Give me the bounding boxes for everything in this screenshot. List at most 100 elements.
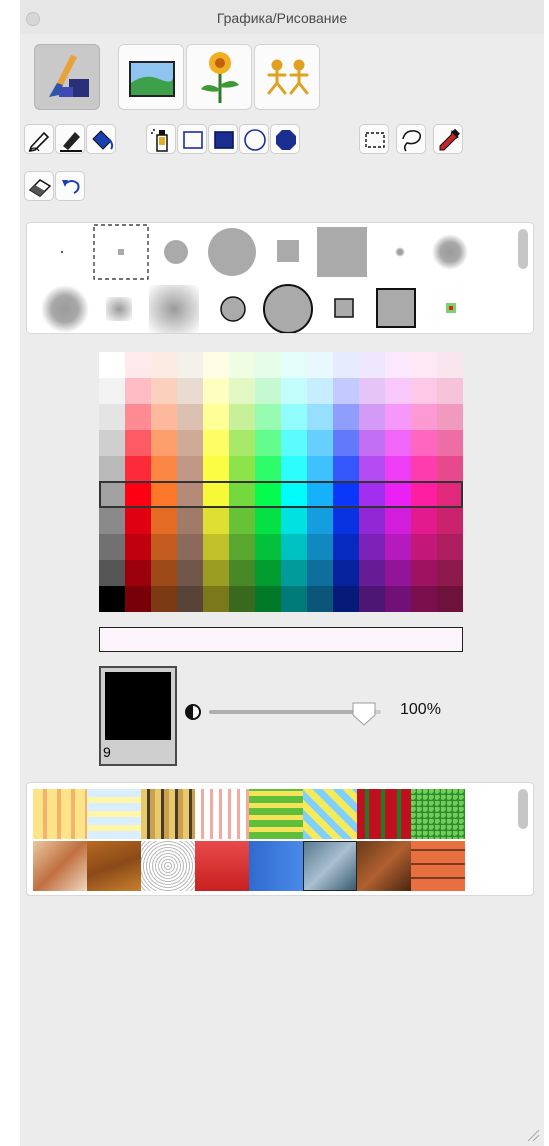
color-cell[interactable]: [255, 404, 281, 430]
color-cell[interactable]: [307, 378, 333, 404]
color-cell[interactable]: [203, 534, 229, 560]
color-cell[interactable]: [437, 404, 463, 430]
color-cell[interactable]: [203, 586, 229, 612]
color-cell[interactable]: [411, 430, 437, 456]
color-cell[interactable]: [359, 404, 385, 430]
color-cell[interactable]: [359, 456, 385, 482]
color-cell[interactable]: [307, 352, 333, 378]
color-cell[interactable]: [385, 560, 411, 586]
color-cell[interactable]: [125, 560, 151, 586]
color-cell[interactable]: [411, 456, 437, 482]
color-cell[interactable]: [151, 534, 177, 560]
color-cell[interactable]: [333, 352, 359, 378]
pattern-blue-gradient[interactable]: [249, 841, 303, 891]
color-cell[interactable]: [437, 560, 463, 586]
color-cell[interactable]: [229, 378, 255, 404]
color-cell[interactable]: [411, 352, 437, 378]
color-cell[interactable]: [359, 534, 385, 560]
color-cell[interactable]: [255, 586, 281, 612]
paint-bucket-tool-button[interactable]: [86, 124, 116, 154]
color-cell[interactable]: [307, 456, 333, 482]
color-cell[interactable]: [125, 378, 151, 404]
color-cell[interactable]: [437, 534, 463, 560]
marker-tool-button[interactable]: [55, 124, 85, 154]
color-cell[interactable]: [99, 534, 125, 560]
color-cell[interactable]: [385, 404, 411, 430]
color-cell[interactable]: [151, 560, 177, 586]
ellipse-tool-button[interactable]: [239, 124, 269, 154]
color-cell[interactable]: [125, 430, 151, 456]
undo-button[interactable]: [55, 171, 85, 201]
pattern-green-grass[interactable]: [411, 789, 465, 839]
color-cell[interactable]: [281, 586, 307, 612]
color-cell[interactable]: [437, 352, 463, 378]
color-cell[interactable]: [333, 456, 359, 482]
color-cell[interactable]: [229, 404, 255, 430]
pattern-pink-plaid[interactable]: [195, 789, 249, 839]
color-cell[interactable]: [229, 430, 255, 456]
color-cell[interactable]: [359, 352, 385, 378]
color-cell[interactable]: [333, 560, 359, 586]
color-cell[interactable]: [203, 456, 229, 482]
pattern-brick-wall[interactable]: [411, 841, 465, 891]
brush-square-large[interactable]: [317, 227, 367, 277]
brush-dot-red-green[interactable]: [446, 303, 456, 313]
pattern-tray-scrollbar[interactable]: [518, 789, 528, 829]
brush-square-blur-small[interactable]: [106, 297, 132, 321]
color-cell[interactable]: [385, 456, 411, 482]
color-cell[interactable]: [281, 378, 307, 404]
color-cell[interactable]: [255, 560, 281, 586]
filled-ellipse-tool-button[interactable]: [270, 124, 300, 154]
color-cell[interactable]: [177, 456, 203, 482]
color-cell[interactable]: [385, 352, 411, 378]
pattern-yellow-plaid[interactable]: [33, 789, 87, 839]
color-cell[interactable]: [437, 430, 463, 456]
color-cell[interactable]: [281, 508, 307, 534]
color-cell[interactable]: [333, 586, 359, 612]
pattern-red-fabric[interactable]: [195, 841, 249, 891]
color-cell[interactable]: [203, 560, 229, 586]
color-cell[interactable]: [307, 430, 333, 456]
color-cell[interactable]: [151, 456, 177, 482]
color-cell[interactable]: [437, 508, 463, 534]
color-cell[interactable]: [255, 508, 281, 534]
color-cell[interactable]: [411, 508, 437, 534]
color-cell[interactable]: [203, 508, 229, 534]
color-cell[interactable]: [99, 404, 125, 430]
picture-mode-button[interactable]: [118, 44, 184, 110]
color-cell[interactable]: [281, 430, 307, 456]
color-cell[interactable]: [177, 586, 203, 612]
color-cell[interactable]: [333, 430, 359, 456]
color-cell[interactable]: [307, 560, 333, 586]
pattern-sand-texture[interactable]: [33, 841, 87, 891]
color-cell[interactable]: [99, 378, 125, 404]
pattern-dark-plaid[interactable]: [141, 789, 195, 839]
color-cell[interactable]: [411, 378, 437, 404]
color-cell[interactable]: [203, 378, 229, 404]
color-cell[interactable]: [151, 430, 177, 456]
color-cell[interactable]: [359, 560, 385, 586]
pencil-tool-button[interactable]: [24, 124, 54, 154]
color-cell[interactable]: [385, 534, 411, 560]
pattern-red-tartan[interactable]: [357, 789, 411, 839]
rectangle-select-tool-button[interactable]: [359, 124, 389, 154]
color-cell[interactable]: [229, 560, 255, 586]
color-cell[interactable]: [281, 352, 307, 378]
color-cell[interactable]: [281, 456, 307, 482]
color-cell[interactable]: [125, 404, 151, 430]
color-cell[interactable]: [411, 534, 437, 560]
color-cell[interactable]: [203, 430, 229, 456]
brush-circle-blur[interactable]: [432, 234, 468, 270]
color-cell[interactable]: [99, 456, 125, 482]
color-cell[interactable]: [229, 586, 255, 612]
sticker-mode-button[interactable]: [186, 44, 252, 110]
title-bar[interactable]: Графика/Рисование: [20, 0, 544, 34]
color-cell[interactable]: [99, 586, 125, 612]
brush-color-swatch[interactable]: 9: [99, 666, 177, 766]
color-cell[interactable]: [359, 508, 385, 534]
brush-tray-scrollbar[interactable]: [518, 229, 528, 269]
color-cell[interactable]: [385, 430, 411, 456]
color-cell[interactable]: [281, 404, 307, 430]
color-cell[interactable]: [255, 352, 281, 378]
current-color-field[interactable]: [99, 627, 463, 652]
